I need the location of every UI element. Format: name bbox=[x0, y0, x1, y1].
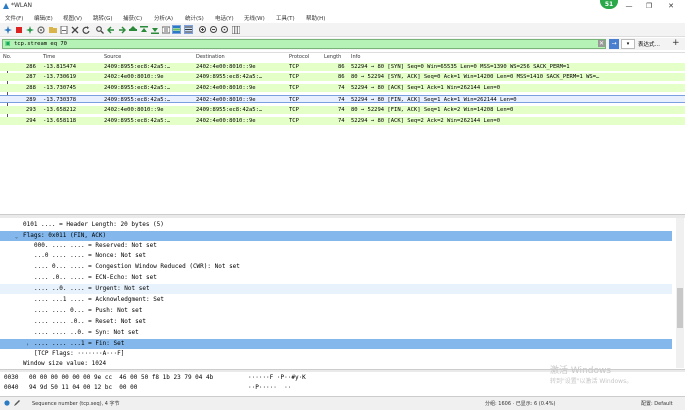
column-header-protocol[interactable]: Protocol bbox=[289, 54, 309, 60]
clear-filter-button[interactable]: ✕ bbox=[598, 40, 605, 47]
status-bar: Sequence number (tcp.seq), 4 字节 分组: 1606… bbox=[0, 396, 685, 410]
menu-file[interactable]: 文件(F) bbox=[5, 14, 23, 22]
column-header-time[interactable]: Time bbox=[43, 54, 55, 60]
menu-help[interactable]: 帮助(H) bbox=[306, 14, 325, 22]
bookmark-icon[interactable]: ▣ bbox=[5, 41, 11, 47]
detail-row[interactable]: .... ...1 .... = Acknowledgment: Set bbox=[0, 295, 672, 305]
detail-row[interactable]: .... .... ..0. = Syn: Not set bbox=[0, 328, 672, 338]
bytes-hex[interactable]: 94 9d 50 11 04 00 12 bc 00 00 bbox=[29, 384, 137, 391]
bytes-ascii[interactable]: ··P····· ·· bbox=[248, 384, 291, 391]
column-header-destination[interactable]: Destination bbox=[196, 54, 225, 60]
zoom-reset-icon[interactable] bbox=[220, 25, 229, 34]
status-packet-count: 分组: 1606 · 已显示: 6 (0.4%) bbox=[485, 401, 556, 407]
detail-row[interactable]: 0101 .... = Header Length: 20 bytes (5) bbox=[0, 220, 672, 230]
status-profile[interactable]: 配置: Default bbox=[641, 400, 673, 407]
go-to-packet-icon[interactable] bbox=[128, 25, 137, 34]
detail-row[interactable]: .... 0... .... = Congestion Window Reduc… bbox=[0, 262, 672, 272]
bytes-hex[interactable]: 00 00 00 00 00 00 9e cc 46 00 50 f8 1b 2… bbox=[29, 374, 213, 381]
autoscroll-icon[interactable] bbox=[161, 25, 170, 34]
menu-edit[interactable]: 编辑(E) bbox=[34, 14, 53, 22]
detail-row[interactable]: [TCP Flags: ·······A···F] bbox=[0, 349, 672, 359]
add-filter-button[interactable]: + bbox=[672, 38, 680, 48]
resize-columns-icon[interactable] bbox=[231, 25, 240, 34]
detail-row-selected[interactable]: ⌄ Flags: 0x011 (FIN, ACK) bbox=[0, 231, 672, 241]
close-button[interactable]: ✕ bbox=[662, 1, 680, 11]
capture-options-icon[interactable] bbox=[36, 25, 45, 34]
details-scrollbar[interactable] bbox=[676, 218, 684, 368]
detail-row[interactable]: .... .... 0... = Push: Not set bbox=[0, 306, 672, 316]
table-row[interactable]: 287 -13.730619 2402:4e00:8010::9e 2409:8… bbox=[0, 73, 685, 81]
menu-statistics[interactable]: 统计(S) bbox=[185, 14, 204, 22]
display-filter-bar: ▣ tcp.stream eq 70 ✕ → ▾ 表达式… + bbox=[0, 38, 685, 50]
scrollbar-thumb[interactable] bbox=[677, 288, 683, 328]
column-header-info[interactable]: Info bbox=[351, 54, 360, 60]
restart-capture-icon[interactable] bbox=[25, 25, 34, 34]
menu-bar: 文件(F) 编辑(E) 视图(V) 跳转(G) 捕获(C) 分析(A) 统计(S… bbox=[0, 12, 685, 23]
find-packet-icon[interactable] bbox=[95, 25, 104, 34]
bytes-ascii[interactable]: ······F ·P··#y·K bbox=[248, 374, 306, 381]
menu-view[interactable]: 视图(V) bbox=[63, 14, 82, 22]
table-row[interactable]: 293 -13.658212 2402:4e00:8010::9e 2409:8… bbox=[0, 106, 685, 114]
reload-icon[interactable] bbox=[81, 25, 90, 34]
packet-list[interactable]: No. Time Source Destination Protocol Len… bbox=[0, 52, 685, 214]
recent-filters-dropdown[interactable]: ▾ bbox=[621, 39, 635, 49]
menu-go[interactable]: 跳转(G) bbox=[93, 14, 113, 22]
table-row[interactable]: 286 -13.815474 2409:8955:ec8:42a5:… 2402… bbox=[0, 63, 685, 71]
menu-analyze[interactable]: 分析(A) bbox=[154, 14, 173, 22]
save-file-icon[interactable] bbox=[59, 25, 68, 34]
go-forward-icon[interactable] bbox=[117, 25, 126, 34]
collapse-arrow-icon[interactable]: ⌄ bbox=[15, 233, 18, 241]
packet-details-pane[interactable]: 0101 .... = Header Length: 20 bytes (5) … bbox=[0, 218, 685, 368]
display-filter-input[interactable]: ▣ tcp.stream eq 70 bbox=[2, 39, 606, 49]
detail-row[interactable]: .... .0.. .... = ECN-Echo: Not set bbox=[0, 273, 672, 283]
column-header-length[interactable]: Length bbox=[324, 54, 341, 60]
status-field-info: Sequence number (tcp.seq), 4 字节 bbox=[32, 401, 120, 407]
colorize-icon[interactable] bbox=[172, 25, 181, 34]
edit-comment-icon[interactable] bbox=[14, 400, 20, 406]
expand-arrow-icon[interactable]: › bbox=[26, 341, 29, 349]
notification-badge[interactable]: 51 bbox=[600, 0, 618, 9]
title-bar: *WLAN 51 — ❐ ✕ bbox=[0, 0, 685, 12]
close-file-icon[interactable] bbox=[70, 25, 79, 34]
expert-info-icon[interactable] bbox=[4, 400, 10, 406]
zoom-in-icon[interactable] bbox=[198, 25, 207, 34]
go-back-icon[interactable] bbox=[106, 25, 115, 34]
menu-wireless[interactable]: 无线(W) bbox=[244, 14, 265, 22]
detail-row[interactable]: 000. .... .... = Reserved: Not set bbox=[0, 241, 672, 251]
detail-row[interactable]: ...0 .... .... = Nonce: Not set bbox=[0, 251, 672, 261]
table-row[interactable]: 288 -13.730745 2409:8955:ec8:42a5:… 2402… bbox=[0, 84, 685, 92]
window-title: *WLAN bbox=[11, 2, 33, 9]
stop-capture-icon[interactable] bbox=[14, 25, 23, 34]
apply-filter-button[interactable]: → bbox=[609, 39, 619, 49]
minimize-button[interactable]: — bbox=[620, 1, 638, 11]
last-packet-icon[interactable] bbox=[150, 25, 159, 34]
display-filter-value: tcp.stream eq 70 bbox=[14, 40, 67, 47]
first-packet-icon[interactable] bbox=[139, 25, 148, 34]
list-view-icon[interactable] bbox=[184, 25, 193, 34]
packet-list-header: No. Time Source Destination Protocol Len… bbox=[0, 53, 685, 62]
wireshark-fin-icon bbox=[3, 3, 9, 9]
bytes-offset: 0040 bbox=[4, 384, 19, 391]
zoom-out-icon[interactable] bbox=[209, 25, 218, 34]
column-header-no[interactable]: No. bbox=[3, 54, 11, 60]
menu-telephony[interactable]: 电话(Y) bbox=[215, 14, 234, 22]
bytes-offset: 0030 bbox=[4, 374, 19, 381]
table-row-selected[interactable]: 289 -13.730378 2409:8955:ec8:42a5:… 2402… bbox=[0, 95, 685, 103]
maximize-button[interactable]: ❐ bbox=[640, 1, 658, 11]
main-toolbar bbox=[0, 23, 685, 37]
open-file-icon[interactable] bbox=[48, 25, 57, 34]
menu-tools[interactable]: 工具(T) bbox=[276, 14, 295, 22]
detail-row[interactable]: .... .... .0.. = Reset: Not set bbox=[0, 317, 672, 327]
start-capture-icon[interactable] bbox=[3, 25, 12, 34]
expression-button[interactable]: 表达式… bbox=[638, 40, 660, 48]
menu-capture[interactable]: 捕获(C) bbox=[123, 14, 142, 22]
detail-row[interactable]: .... ..0. .... = Urgent: Not set bbox=[0, 284, 672, 294]
detail-row-selected[interactable]: › .... .... ...1 = Fin: Set bbox=[0, 339, 672, 349]
table-row[interactable]: 294 -13.658118 2409:8955:ec8:42a5:… 2402… bbox=[0, 117, 685, 125]
column-header-source[interactable]: Source bbox=[104, 54, 121, 60]
